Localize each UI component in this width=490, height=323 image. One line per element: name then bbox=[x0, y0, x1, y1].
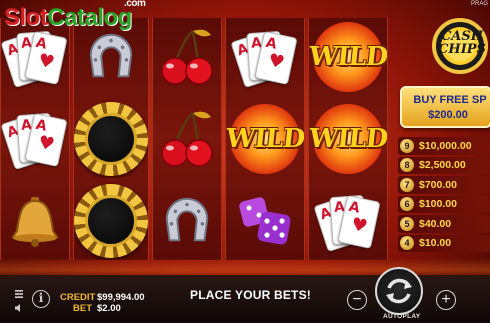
bell-icon bbox=[11, 196, 59, 247]
credit-label: CREDIT bbox=[60, 292, 96, 303]
reel-cell: WILD bbox=[309, 100, 387, 179]
credit-value: $99,994.00 bbox=[97, 292, 145, 303]
black-chip-icon bbox=[73, 183, 148, 258]
paytable-value: $10,000.00 bbox=[419, 139, 472, 152]
reel-grid: A♥A♥A♥A♥A♥A♥A♥A♥A♥WILDWILDWILDA♥A♥A♥ bbox=[0, 18, 388, 260]
buy-free-spins-price: $200.00 bbox=[428, 108, 468, 121]
watermark-logo: SlotCatalog .com bbox=[4, 0, 146, 32]
reel-cell: A♥A♥A♥ bbox=[226, 18, 304, 97]
paytable-value: $100.00 bbox=[419, 198, 457, 211]
autoplay-button[interactable]: AUTOPLAY bbox=[383, 313, 420, 320]
reel-cell: A♥A♥A♥ bbox=[1, 100, 69, 179]
logo-text: CASH CHIPS bbox=[434, 30, 490, 56]
aces-cards-icon: A♥A♥A♥ bbox=[1, 108, 68, 171]
paytable: 9 $10,000.00 8 $2,500.00 7 $700.00 6 $100.00 5 $4… bbox=[398, 137, 490, 254]
reel-cell bbox=[1, 181, 69, 260]
paytable-row: 6 $100.00 bbox=[398, 195, 490, 213]
aces-cards-icon: A♥A♥A♥ bbox=[313, 190, 381, 252]
info-icon[interactable]: i bbox=[32, 290, 50, 308]
spin-arrows-icon bbox=[386, 278, 412, 304]
reel-cell bbox=[73, 181, 148, 260]
aces-cards-icon: A♥A♥A♥ bbox=[1, 26, 68, 89]
paytable-row: 9 $10,000.00 bbox=[398, 137, 490, 155]
sound-icon[interactable] bbox=[14, 303, 24, 313]
horseshoe-icon bbox=[89, 34, 133, 78]
paytable-count: 5 bbox=[400, 216, 414, 231]
reel-5: WILD WILD A♥A♥A♥ bbox=[307, 18, 388, 260]
decrease-bet-button[interactable]: − bbox=[347, 290, 367, 310]
paytable-value: $40.00 bbox=[419, 217, 452, 230]
status-message: PLACE YOUR BETS! bbox=[190, 288, 311, 302]
paytable-count: 8 bbox=[400, 158, 414, 173]
watermark-tld: .com bbox=[124, 0, 146, 9]
reel-3 bbox=[151, 18, 222, 260]
wild-label: WILD bbox=[308, 124, 387, 154]
reel-cell bbox=[153, 100, 221, 179]
reel-cell bbox=[153, 18, 221, 97]
paytable-count: 6 bbox=[400, 197, 414, 212]
provider-label: PRAG bbox=[470, 1, 488, 7]
menu-icon[interactable] bbox=[14, 289, 24, 299]
credit-display: CREDIT $99,994.00 bbox=[60, 292, 145, 303]
paytable-row: 8 $2,500.00 bbox=[398, 156, 490, 174]
reel-1: A♥A♥A♥ A♥A♥A♥ bbox=[0, 18, 70, 260]
reel-cell: A♥A♥A♥ bbox=[309, 181, 387, 260]
black-chip-icon bbox=[73, 102, 148, 176]
paytable-count: 4 bbox=[400, 236, 414, 251]
reel-cell: WILD bbox=[226, 100, 304, 179]
paytable-count: 7 bbox=[400, 177, 414, 192]
horseshoe-icon bbox=[165, 197, 208, 241]
cherries-icon bbox=[160, 29, 213, 86]
spin-button[interactable] bbox=[375, 267, 423, 315]
logo-line-2: CHIPS bbox=[438, 42, 486, 57]
reel-cell bbox=[226, 181, 304, 260]
reel-cell bbox=[153, 181, 221, 260]
paytable-row: 5 $40.00 bbox=[398, 215, 490, 233]
wild-label: WILD bbox=[225, 124, 304, 154]
watermark-slot: Slot bbox=[4, 4, 48, 31]
paytable-value: $2,500.00 bbox=[419, 159, 466, 172]
wild-label: WILD bbox=[308, 42, 387, 73]
bet-display: BET $2.00 bbox=[60, 303, 121, 314]
paytable-value: $10.00 bbox=[419, 237, 452, 250]
cherries-icon bbox=[160, 111, 213, 167]
buy-free-spins-label: BUY FREE SP bbox=[413, 93, 487, 106]
watermark-catalog: Catalog bbox=[47, 4, 132, 31]
reel-4: A♥A♥A♥ WILD bbox=[224, 18, 305, 260]
aces-cards-icon: A♥A♥A♥ bbox=[230, 26, 298, 89]
paytable-row: 7 $700.00 bbox=[398, 176, 490, 194]
buy-free-spins-button[interactable]: BUY FREE SP $200.00 bbox=[400, 86, 490, 128]
paytable-value: $700.00 bbox=[419, 178, 457, 191]
dice-icon bbox=[238, 196, 291, 245]
reel-2 bbox=[72, 18, 149, 260]
paytable-row: 4 $10.00 bbox=[398, 234, 490, 252]
reel-cell: WILD bbox=[309, 18, 387, 97]
bet-label: BET bbox=[73, 303, 92, 314]
increase-bet-button[interactable]: + bbox=[436, 290, 456, 310]
paytable-count: 9 bbox=[400, 138, 414, 153]
reel-cell bbox=[73, 100, 148, 179]
bet-value: $2.00 bbox=[97, 303, 121, 314]
